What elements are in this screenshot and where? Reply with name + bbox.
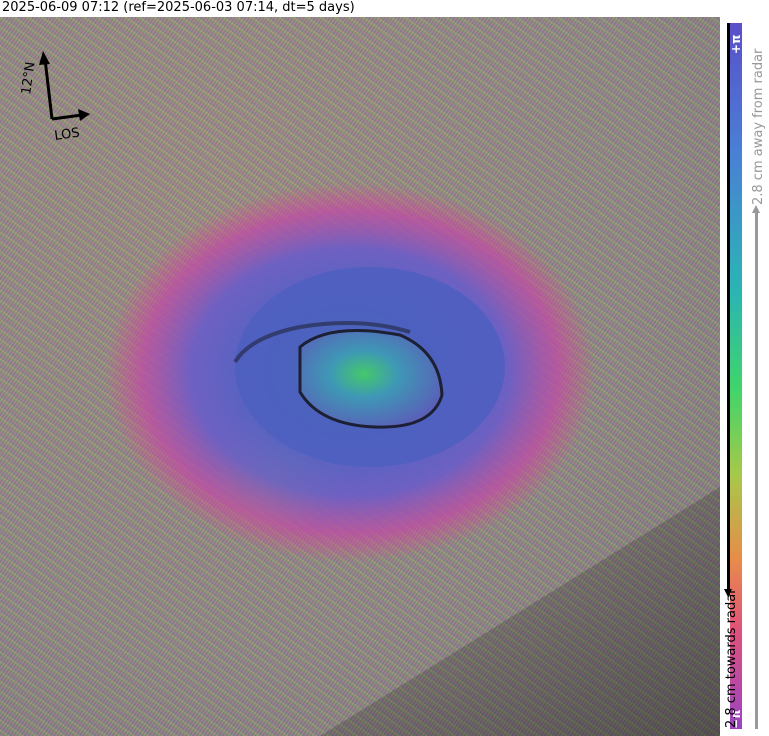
colorbar: +π −π 2.8 cm towards radar 2.8 cm away f… — [720, 17, 769, 736]
los-arrow — [51, 109, 90, 121]
away-from-radar-label: 2.8 cm away from radar — [751, 48, 766, 205]
north-arrow — [39, 51, 54, 120]
away-from-radar-arrowhead — [752, 205, 760, 213]
towards-radar-label: 2.8 cm towards radar — [724, 588, 739, 728]
colorbar-top-symbol: +π — [729, 34, 743, 54]
image-title: 2025-06-09 07:12 (ref=2025-06-03 07:14, … — [0, 0, 769, 17]
los-label: LOS — [53, 126, 80, 144]
towards-radar-arrow — [727, 23, 730, 595]
interferogram-map: 12°N LOS — [0, 17, 720, 736]
north-label: 12°N — [19, 61, 38, 96]
compass: 12°N LOS — [19, 51, 90, 144]
away-from-radar-arrow — [755, 213, 758, 729]
